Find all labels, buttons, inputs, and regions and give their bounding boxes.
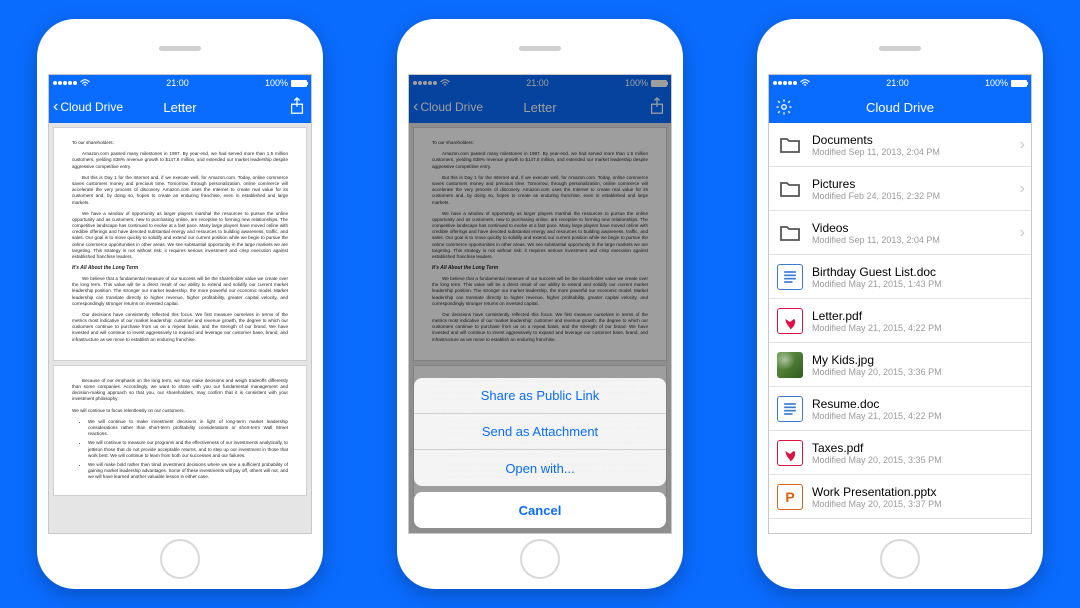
status-time: 21:00 [166, 78, 189, 88]
phone-mockup-1: 21:00 100% ‹ Cloud Drive Letter To our s… [37, 19, 323, 589]
file-modified: Modified May 20, 2015, 3:35 PM [812, 455, 1025, 465]
nav-bar: Cloud Drive [769, 91, 1031, 123]
document-viewer[interactable]: To our shareholders: Amazon.com passed m… [49, 123, 311, 533]
doc-paragraph: Our decisions have consistently reflecte… [72, 312, 288, 343]
file-meta: Work Presentation.pptxModified May 20, 2… [812, 485, 1025, 509]
file-row[interactable]: Birthday Guest List.docModified May 21, … [769, 255, 1031, 299]
folder-row[interactable]: PicturesModified Feb 24, 2015, 2:32 PM › [769, 167, 1031, 211]
file-meta: PicturesModified Feb 24, 2015, 2:32 PM [812, 177, 1011, 201]
folder-icon [777, 176, 803, 202]
phone-mockup-3: 21:00 100% Cloud Drive DocumentsModified… [757, 19, 1043, 589]
file-name: Letter.pdf [812, 309, 1025, 323]
file-row[interactable]: Resume.docModified May 21, 2015, 4:22 PM [769, 387, 1031, 431]
doc-icon [777, 264, 803, 290]
file-modified: Modified May 21, 2015, 1:43 PM [812, 279, 1025, 289]
file-name: My Kids.jpg [812, 353, 1025, 367]
battery-percent: 100% [265, 78, 288, 88]
doc-paragraph: But this is Day 1 for the Internet and, … [72, 175, 288, 206]
doc-paragraph: We will continue to focus relentlessly o… [72, 408, 288, 414]
open-with-button[interactable]: Open with... [414, 450, 666, 486]
screen-3: 21:00 100% Cloud Drive DocumentsModified… [768, 74, 1032, 534]
file-meta: Resume.docModified May 21, 2015, 4:22 PM [812, 397, 1025, 421]
doc-section-heading: It's All About the Long Term [72, 265, 288, 272]
file-meta: Taxes.pdfModified May 20, 2015, 3:35 PM [812, 441, 1025, 465]
file-modified: Modified Sep 11, 2013, 2:04 PM [812, 147, 1011, 157]
doc-paragraph: Because of our emphasis on the long term… [72, 378, 288, 403]
file-row[interactable]: P Work Presentation.pptxModified May 20, … [769, 475, 1031, 519]
nav-bar: ‹ Cloud Drive Letter [49, 91, 311, 123]
status-bar: 21:00 100% [769, 75, 1031, 91]
file-meta: Birthday Guest List.docModified May 21, … [812, 265, 1025, 289]
doc-paragraph: We believe that a fundamental measure of… [72, 276, 288, 307]
file-modified: Modified May 21, 2015, 4:22 PM [812, 323, 1025, 333]
status-time: 21:00 [886, 78, 909, 88]
folder-row[interactable]: DocumentsModified Sep 11, 2013, 2:04 PM › [769, 123, 1031, 167]
file-name: Taxes.pdf [812, 441, 1025, 455]
file-list[interactable]: DocumentsModified Sep 11, 2013, 2:04 PM›… [769, 123, 1031, 533]
signal-icon [773, 81, 797, 85]
document-page-2: Because of our emphasis on the long term… [53, 365, 307, 497]
file-modified: Modified Sep 11, 2013, 2:04 PM [812, 235, 1011, 245]
doc-greeting: To our shareholders: [72, 140, 288, 146]
modal-overlay[interactable]: Share as Public Link Send as Attachment … [409, 75, 671, 533]
folder-icon [777, 132, 803, 158]
screen-2: 21:00 100% ‹ Cloud Drive Letter To our s… [408, 74, 672, 534]
file-meta: Letter.pdfModified May 21, 2015, 4:22 PM [812, 309, 1025, 333]
chevron-right-icon: › [1020, 224, 1025, 242]
file-name: Documents [812, 133, 1011, 147]
pdf-icon [777, 308, 803, 334]
gear-icon [775, 98, 793, 116]
doc-paragraph: We have a window of opportunity as large… [72, 211, 288, 261]
status-bar: 21:00 100% [49, 75, 311, 91]
back-button[interactable]: ‹ Cloud Drive [49, 100, 123, 114]
nav-title: Cloud Drive [769, 100, 1031, 115]
folder-row[interactable]: VideosModified Sep 11, 2013, 2:04 PM › [769, 211, 1031, 255]
file-modified: Modified May 20, 2015, 3:36 PM [812, 367, 1025, 377]
share-public-link-button[interactable]: Share as Public Link [414, 378, 666, 414]
doc-bullet: We will make bold rather than timid inve… [88, 462, 288, 481]
file-modified: Modified May 20, 2015, 3:37 PM [812, 499, 1025, 509]
send-as-attachment-button[interactable]: Send as Attachment [414, 414, 666, 450]
file-name: Pictures [812, 177, 1011, 191]
folder-icon [777, 220, 803, 246]
share-icon [289, 97, 305, 115]
settings-button[interactable] [775, 98, 793, 119]
pdf-icon [777, 440, 803, 466]
file-name: Birthday Guest List.doc [812, 265, 1025, 279]
file-name: Videos [812, 221, 1011, 235]
file-meta: DocumentsModified Sep 11, 2013, 2:04 PM [812, 133, 1011, 157]
file-meta: My Kids.jpgModified May 20, 2015, 3:36 P… [812, 353, 1025, 377]
cancel-button[interactable]: Cancel [414, 492, 666, 528]
file-modified: Modified Feb 24, 2015, 2:32 PM [812, 191, 1011, 201]
doc-bullet: We will continue to make investment deci… [88, 419, 288, 438]
file-name: Work Presentation.pptx [812, 485, 1025, 499]
battery-percent: 100% [985, 78, 1008, 88]
action-sheet: Share as Public Link Send as Attachment … [414, 378, 666, 486]
back-label: Cloud Drive [60, 100, 123, 114]
ppt-icon: P [777, 484, 803, 510]
file-row[interactable]: Taxes.pdfModified May 20, 2015, 3:35 PM [769, 431, 1031, 475]
file-meta: VideosModified Sep 11, 2013, 2:04 PM [812, 221, 1011, 245]
wifi-icon [80, 79, 90, 87]
doc-paragraph: Amazon.com passed many milestones in 199… [72, 151, 288, 170]
img-icon [777, 352, 803, 378]
chevron-right-icon: › [1020, 136, 1025, 154]
file-row[interactable]: Letter.pdfModified May 21, 2015, 4:22 PM [769, 299, 1031, 343]
doc-bullet: We will continue to measure our programs… [88, 440, 288, 459]
phone-mockup-2: 21:00 100% ‹ Cloud Drive Letter To our s… [397, 19, 683, 589]
wifi-icon [800, 79, 810, 87]
file-name: Resume.doc [812, 397, 1025, 411]
signal-icon [53, 81, 77, 85]
file-row[interactable]: My Kids.jpgModified May 20, 2015, 3:36 P… [769, 343, 1031, 387]
document-page-1: To our shareholders: Amazon.com passed m… [53, 127, 307, 361]
chevron-right-icon: › [1020, 180, 1025, 198]
file-modified: Modified May 21, 2015, 4:22 PM [812, 411, 1025, 421]
doc-icon [777, 396, 803, 422]
screen-1: 21:00 100% ‹ Cloud Drive Letter To our s… [48, 74, 312, 534]
battery-icon [291, 80, 307, 87]
battery-icon [1011, 80, 1027, 87]
share-button[interactable] [289, 97, 305, 118]
